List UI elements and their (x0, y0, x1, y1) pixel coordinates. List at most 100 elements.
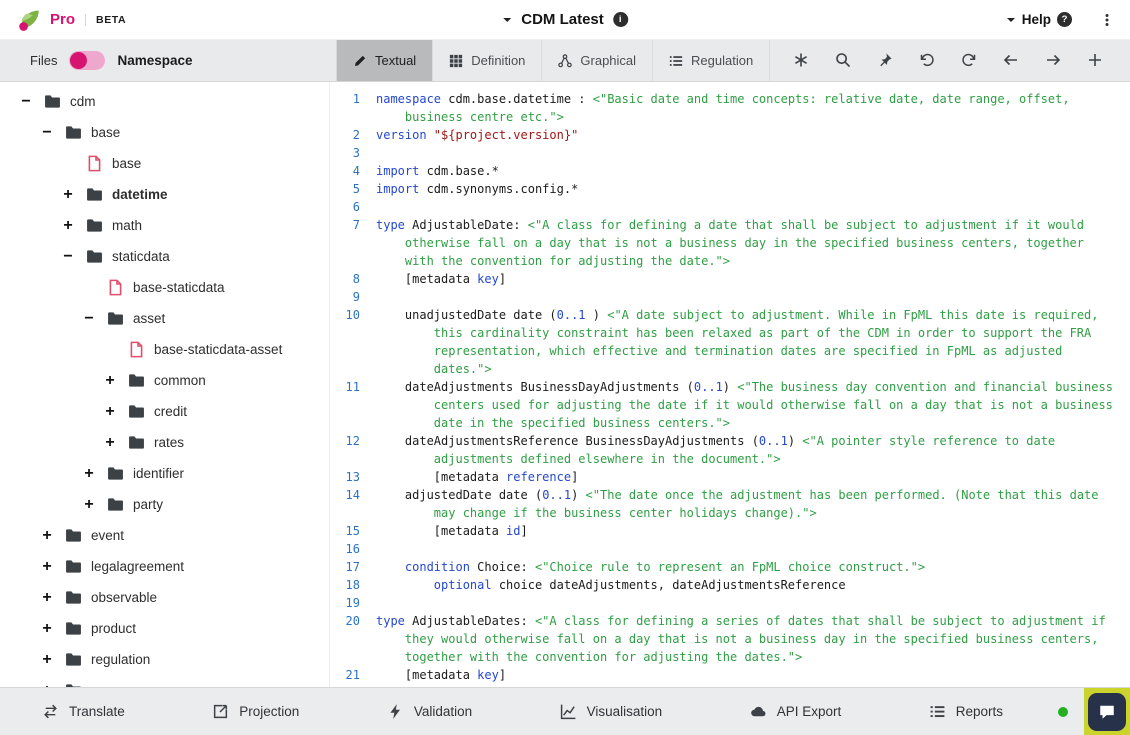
graph-icon (558, 54, 572, 68)
tree-item-base-staticdata[interactable]: base-staticdata (0, 272, 329, 303)
tree-item-rates[interactable]: +rates (0, 427, 329, 458)
expand-icon[interactable]: + (39, 527, 55, 545)
code-line[interactable]: 3 (330, 144, 1120, 162)
code-line[interactable]: 16 (330, 540, 1120, 558)
expand-icon[interactable]: + (60, 186, 76, 204)
expand-icon[interactable]: + (39, 589, 55, 607)
line-number: 8 (330, 270, 376, 288)
tree-item-common[interactable]: +common (0, 365, 329, 396)
tree-item-party[interactable]: +party (0, 489, 329, 520)
tree-item-staticdata[interactable]: −staticdata (0, 241, 329, 272)
code-line[interactable]: 14adjustedDate date (0..1) <"The date on… (330, 486, 1120, 522)
collapse-icon[interactable]: − (81, 310, 97, 328)
expand-icon[interactable]: + (39, 651, 55, 669)
code-text: namespace cdm.base.datetime : <"Basic da… (376, 90, 1120, 126)
tree-item-product[interactable]: +product (0, 613, 329, 644)
tree-item-base[interactable]: base (0, 148, 329, 179)
expand-icon[interactable]: + (81, 496, 97, 514)
tree-item-base[interactable]: − base (0, 117, 329, 148)
code-line[interactable]: 18optional choice dateAdjustments, dateA… (330, 576, 1120, 594)
files-label: Files (30, 53, 57, 68)
tree-item-legalagreement[interactable]: +legalagreement (0, 551, 329, 582)
workspace-selector[interactable]: CDM Latest i (502, 11, 628, 28)
arrow-right-button[interactable] (1044, 52, 1062, 70)
tree-item-label: event (91, 528, 124, 543)
code-line[interactable]: 8[metadata key] (330, 270, 1120, 288)
chat-button[interactable] (1088, 693, 1126, 731)
expand-icon[interactable]: + (81, 465, 97, 483)
pin-button[interactable] (876, 52, 894, 70)
tree-item-label: base (91, 125, 120, 140)
plus-button[interactable] (1086, 52, 1104, 70)
code-text: [metadata reference] (376, 468, 1120, 486)
info-icon[interactable]: i (613, 12, 628, 27)
code-line[interactable]: 17condition Choice: <"Choice rule to rep… (330, 558, 1120, 576)
expand-icon[interactable]: + (102, 434, 118, 452)
tree-item-identifier[interactable]: +identifier (0, 458, 329, 489)
code-line[interactable]: 15[metadata id] (330, 522, 1120, 540)
expand-icon[interactable]: + (60, 217, 76, 235)
kebab-menu-icon[interactable] (1100, 13, 1114, 27)
code-line[interactable]: 5import cdm.synonyms.config.* (330, 180, 1120, 198)
folder-icon (65, 124, 82, 141)
expand-icon[interactable]: + (102, 372, 118, 390)
tree-item-event[interactable]: + event (0, 520, 329, 551)
chat-bubble-icon (1098, 703, 1116, 721)
code-line[interactable]: 9 (330, 288, 1120, 306)
code-line[interactable]: 2version "${project.version}" (330, 126, 1120, 144)
tree-item-base-staticdata-asset[interactable]: base-staticdata-asset (0, 334, 329, 365)
tab-label: Definition (471, 53, 525, 68)
files-namespace-switcher: Files Namespace (0, 40, 337, 81)
code-line[interactable]: 4import cdm.base.* (330, 162, 1120, 180)
bottom-item-label: Validation (414, 704, 472, 719)
asterisk-button[interactable] (792, 52, 810, 70)
collapse-icon[interactable]: − (18, 93, 34, 111)
code-line[interactable]: 20type AdjustableDates: <"A class for de… (330, 612, 1120, 666)
tree-item-regulation[interactable]: +regulation (0, 644, 329, 675)
tree-item-cdm[interactable]: −cdm (0, 86, 329, 117)
files-namespace-toggle[interactable] (69, 51, 105, 70)
collapse-icon[interactable]: − (39, 124, 55, 142)
expand-icon[interactable]: + (102, 403, 118, 421)
tab-definition[interactable]: Definition (433, 40, 542, 81)
code-line[interactable]: 19 (330, 594, 1120, 612)
expand-icon[interactable]: + (39, 558, 55, 576)
undo-button[interactable] (918, 52, 936, 70)
tree-item-asset[interactable]: −asset (0, 303, 329, 334)
tab-label: Graphical (580, 53, 636, 68)
redo-button[interactable] (960, 52, 978, 70)
tree-item-credit[interactable]: +credit (0, 396, 329, 427)
tree-item-datetime[interactable]: +datetime (0, 179, 329, 210)
code-line[interactable]: 1namespace cdm.base.datetime : <"Basic d… (330, 90, 1120, 126)
code-text (376, 594, 1120, 612)
tree-item-label: base-staticdata (133, 280, 225, 295)
code-line[interactable]: 12dateAdjustmentsReference BusinessDayAd… (330, 432, 1120, 468)
bottom-item-validation[interactable]: Validation (387, 703, 472, 720)
arrow-left-button[interactable] (1002, 52, 1020, 70)
bottom-item-projection[interactable]: Projection (212, 703, 299, 720)
search-button[interactable] (834, 52, 852, 70)
code-line[interactable]: 11dateAdjustments BusinessDayAdjustments… (330, 378, 1120, 432)
tab-textual[interactable]: Textual (337, 40, 433, 81)
collapse-icon[interactable]: − (60, 248, 76, 266)
code-line[interactable]: 13[metadata reference] (330, 468, 1120, 486)
code-editor[interactable]: 1namespace cdm.base.datetime : <"Basic d… (330, 82, 1130, 735)
help-menu[interactable]: Help ? (1006, 12, 1072, 27)
tab-regulation[interactable]: Regulation (653, 40, 770, 81)
bottom-item-visualisation[interactable]: Visualisation (560, 703, 663, 720)
expand-icon[interactable]: + (39, 620, 55, 638)
chat-launcher[interactable] (1084, 688, 1130, 735)
folder-icon (65, 558, 82, 575)
bottom-item-translate[interactable]: Translate (42, 703, 125, 720)
tree-item-math[interactable]: +math (0, 210, 329, 241)
code-line[interactable]: 21[metadata key] (330, 666, 1120, 684)
code-text: dateAdjustmentsReference BusinessDayAdju… (376, 432, 1120, 468)
bottom-item-api-export[interactable]: API Export (750, 703, 842, 720)
brand-area: Pro BETA (16, 7, 126, 33)
tree-item-observable[interactable]: +observable (0, 582, 329, 613)
code-line[interactable]: 7type AdjustableDate: <"A class for defi… (330, 216, 1120, 270)
tab-graphical[interactable]: Graphical (542, 40, 653, 81)
code-line[interactable]: 6 (330, 198, 1120, 216)
code-line[interactable]: 10unadjustedDate date (0..1 ) <"A date s… (330, 306, 1120, 378)
bottom-item-reports[interactable]: Reports (929, 703, 1003, 720)
